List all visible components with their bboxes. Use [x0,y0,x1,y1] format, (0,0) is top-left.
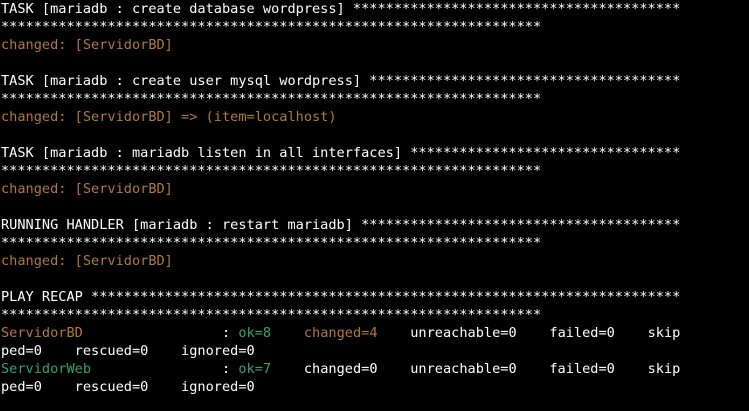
terminal-text-segment: RUNNING HANDLER [mariadb : restart maria… [1,217,681,233]
recap-host-row: ServidorWeb : ok=7 changed=0 unreachable… [1,360,749,378]
terminal-text-segment: ****************************************… [1,91,542,107]
separator-line: ****************************************… [1,90,749,108]
terminal-text-segment: ****************************************… [1,307,542,323]
task-header-line: TASK [mariadb : create database wordpres… [1,0,749,18]
terminal-text-segment: changed=0 unreachable=0 failed=0 skip [271,361,681,377]
terminal-text-segment: TASK [mariadb : create user mysql wordpr… [1,73,681,89]
recap-wrapped-line: ped=0 rescued=0 ignored=0 [1,378,749,396]
terminal-text-segment: changed: [ServidorBD] [1,181,173,197]
terminal-text-segment: : [82,325,239,341]
terminal-text-segment: TASK [mariadb : mariadb listen in all in… [1,145,681,161]
terminal-text-segment: PLAY RECAP *****************************… [1,289,681,305]
recap-host-row: ServidorBD : ok=8 changed=4 unreachable=… [1,324,749,342]
task-header-line: TASK [mariadb : mariadb listen in all in… [1,144,749,162]
task-header-line: TASK [mariadb : create user mysql wordpr… [1,72,749,90]
terminal-text-segment: ped=0 rescued=0 ignored=0 [1,379,255,395]
task-result-line: changed: [ServidorBD] [1,252,749,270]
terminal-text-segment: changed: [ServidorBD] => (item=localhost… [1,109,337,125]
terminal-text-segment: ****************************************… [1,19,542,35]
terminal-text-segment: ok=8 [238,325,272,341]
separator-line: ****************************************… [1,306,749,324]
task-result-line: changed: [ServidorBD] [1,180,749,198]
terminal-text-segment: changed: [ServidorBD] [1,37,173,53]
task-result-line: changed: [ServidorBD] [1,36,749,54]
terminal-text-segment: ****************************************… [1,163,542,179]
terminal-text-segment: changed: [ServidorBD] [1,253,173,269]
terminal-text-segment: TASK [mariadb : create database wordpres… [1,1,681,17]
terminal-text-segment: ServidorBD [1,325,83,341]
terminal-text-segment: ped=0 rescued=0 ignored=0 [1,343,255,359]
terminal-text-segment: : [91,361,239,377]
terminal-text-segment: changed=4 [303,325,378,341]
terminal-output: TASK [mariadb : create database wordpres… [1,0,749,411]
separator-line: ****************************************… [1,18,749,36]
task-header-line: RUNNING HANDLER [mariadb : restart maria… [1,216,749,234]
terminal-text-segment: unreachable=0 failed=0 skip [377,325,681,341]
terminal-text-segment: ServidorWeb [1,361,92,377]
play-recap-header: PLAY RECAP *****************************… [1,288,749,306]
task-result-line: changed: [ServidorBD] => (item=localhost… [1,108,749,126]
terminal-text-segment: ok=7 [238,361,272,377]
terminal-text-segment: ****************************************… [1,235,542,251]
recap-wrapped-line: ped=0 rescued=0 ignored=0 [1,342,749,360]
separator-line: ****************************************… [1,234,749,252]
separator-line: ****************************************… [1,162,749,180]
